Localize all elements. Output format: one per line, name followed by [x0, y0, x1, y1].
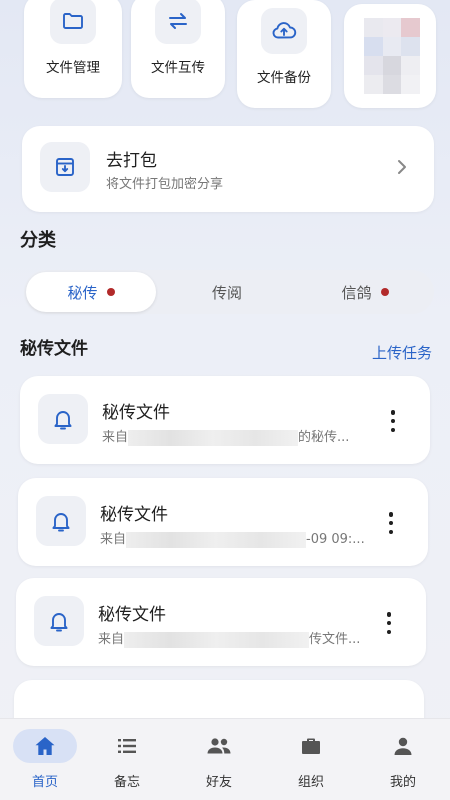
item-sub-prefix: 来自: [100, 532, 127, 547]
tab-xin-ge[interactable]: 信鸽: [300, 272, 430, 312]
list-item[interactable]: 秘传文件 来自 的秘传...: [20, 376, 430, 464]
tab-label: 秘传: [67, 283, 98, 302]
tab-label: 备忘: [113, 775, 140, 790]
list-title: 秘传文件: [20, 339, 88, 359]
friends-icon: [187, 729, 251, 763]
tab-label: 首页: [31, 775, 58, 790]
pack-card[interactable]: 去打包 将文件打包加密分享: [22, 126, 434, 212]
tab-chuan-yue[interactable]: 传阅: [162, 272, 292, 312]
quick-action-file-transfer[interactable]: 文件互传: [131, 0, 225, 98]
quick-action-file-manage[interactable]: 文件管理: [24, 0, 122, 98]
redacted-text: [128, 429, 299, 446]
tab-me[interactable]: 我的: [358, 719, 448, 800]
item-sub-suffix: 的秘传...: [298, 430, 350, 445]
redacted-text: [126, 531, 307, 548]
item-title: 秘传文件: [102, 403, 170, 423]
tab-organization[interactable]: 组织: [266, 719, 356, 800]
tab-friends[interactable]: 好友: [174, 719, 264, 800]
list-item[interactable]: 秘传文件 来自 -09 09:...: [18, 478, 428, 566]
cloud-upload-icon: [261, 8, 307, 54]
item-title: 秘传文件: [100, 505, 168, 525]
list-icon: [95, 729, 159, 763]
home-icon: [13, 729, 77, 763]
tab-memo[interactable]: 备忘: [82, 719, 172, 800]
item-sub-suffix: 传文件...: [309, 632, 361, 647]
person-icon: [371, 729, 435, 763]
list-item[interactable]: 秘传文件 来自 传文件...: [16, 578, 426, 666]
upload-tasks-link[interactable]: 上传任务: [372, 342, 432, 363]
quick-action-label: 文件互传: [151, 60, 205, 76]
bell-icon: [36, 496, 86, 546]
tab-label: 信鸽: [341, 283, 372, 302]
unread-dot: [106, 288, 115, 296]
tab-mi-chuan[interactable]: 秘传: [26, 272, 156, 312]
briefcase-icon: [279, 729, 343, 763]
quick-actions: 文件管理 文件互传 文件备份: [0, 0, 450, 112]
tab-label: 组织: [297, 775, 324, 790]
bell-icon: [38, 394, 88, 444]
item-sub-prefix: 来自: [98, 632, 125, 647]
pack-subtitle: 将文件打包加密分享: [106, 177, 224, 192]
category-title: 分类: [20, 230, 56, 251]
quick-action-label: 文件备份: [257, 70, 311, 86]
tab-home[interactable]: 首页: [0, 719, 90, 800]
unread-dot: [380, 288, 389, 296]
item-title: 秘传文件: [98, 605, 166, 625]
quick-action-file-backup[interactable]: 文件备份: [237, 0, 331, 108]
item-subtitle: 来自 的秘传...: [102, 426, 349, 446]
folder-icon: [50, 0, 96, 44]
quick-action-label: 文件管理: [46, 60, 100, 76]
tab-label: 我的: [389, 775, 416, 790]
tab-label: 好友: [205, 775, 232, 790]
redacted-text: [124, 631, 310, 648]
more-vertical-icon[interactable]: [388, 512, 394, 534]
tab-label: 传阅: [211, 283, 242, 302]
pack-title: 去打包: [106, 151, 157, 171]
more-vertical-icon[interactable]: [390, 410, 396, 432]
category-segmented-control: 秘传 传阅 信鸽: [24, 270, 434, 314]
item-sub-suffix: -09 09:...: [306, 532, 365, 547]
bell-icon: [34, 596, 84, 646]
bottom-tab-bar: 首页 备忘 好友 组织 我的: [0, 718, 450, 800]
archive-box-icon: [40, 142, 90, 192]
more-vertical-icon[interactable]: [386, 612, 392, 634]
transfer-icon: [155, 0, 201, 44]
chevron-right-icon: [396, 158, 408, 180]
item-sub-prefix: 来自: [102, 430, 129, 445]
item-subtitle: 来自 -09 09:...: [100, 528, 365, 548]
item-subtitle: 来自 传文件...: [98, 628, 360, 648]
blurred-thumbnail: [364, 18, 420, 94]
